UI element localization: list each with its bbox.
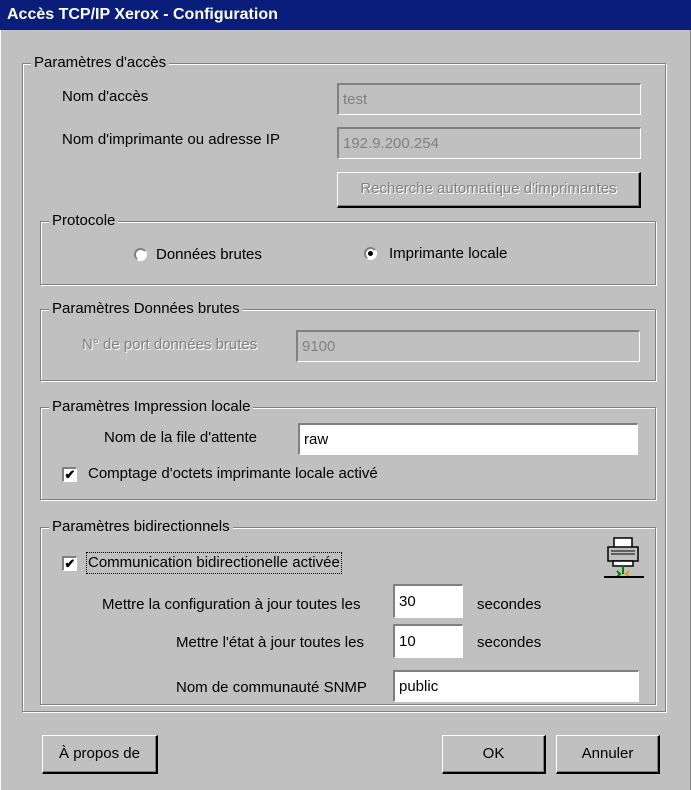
state-interval-field[interactable] <box>393 624 463 658</box>
radio-selected-dot <box>368 251 373 256</box>
state-interval-unit: secondes <box>477 634 542 651</box>
access-group-label: Paramètres d'accès <box>31 54 170 72</box>
snmp-community-label: Nom de communauté SNMP <box>176 679 367 696</box>
radio-local-printer[interactable] <box>364 247 377 260</box>
about-button[interactable]: À propos de <box>42 735 158 774</box>
bytecount-checkbox[interactable]: ✔ <box>62 467 77 482</box>
raw-params-group-label: Paramètres Données brutes <box>49 300 243 318</box>
auto-search-printers-button[interactable]: Recherche automatique d'imprimantes <box>337 172 641 208</box>
local-params-group-label: Paramètres Impression locale <box>49 398 254 416</box>
ok-button[interactable]: OK <box>442 735 546 774</box>
access-name-label: Nom d'accès <box>62 88 149 105</box>
bidi-enabled-label[interactable]: Communication bidirectionelle activée <box>86 552 342 574</box>
window-title: Accès TCP/IP Xerox - Configuration <box>7 6 278 23</box>
printer-address-label: Nom d'imprimante ou adresse IP <box>62 131 280 148</box>
radio-raw-data-label[interactable]: Données brutes <box>156 246 262 264</box>
bidi-enabled-checkbox[interactable]: ✔ <box>62 556 77 571</box>
radio-raw-data[interactable] <box>134 248 147 261</box>
printer-network-icon <box>604 537 644 578</box>
access-name-field[interactable] <box>337 83 641 115</box>
protocol-group: Protocole <box>40 212 656 285</box>
protocol-group-label: Protocole <box>49 212 119 230</box>
config-interval-field[interactable] <box>393 584 463 618</box>
radio-local-printer-label[interactable]: Imprimante locale <box>389 245 507 263</box>
title-bar[interactable]: Accès TCP/IP Xerox - Configuration <box>0 0 691 30</box>
raw-port-label: N° de port données brutes <box>82 336 258 353</box>
raw-port-field[interactable] <box>296 330 640 362</box>
state-interval-label: Mettre l'état à jour toutes les <box>176 634 364 651</box>
printer-address-field[interactable] <box>337 127 641 159</box>
bidi-params-group-label: Paramètres bidirectionnels <box>49 518 233 536</box>
cancel-button[interactable]: Annuler <box>556 735 660 774</box>
snmp-community-field[interactable] <box>393 670 639 702</box>
bytecount-label[interactable]: Comptage d'octets imprimante locale acti… <box>88 465 378 483</box>
config-interval-label: Mettre la configuration à jour toutes le… <box>102 596 361 613</box>
queue-name-label: Nom de la file d'attente <box>104 429 257 446</box>
config-interval-unit: secondes <box>477 596 542 613</box>
queue-name-field[interactable] <box>298 423 638 455</box>
